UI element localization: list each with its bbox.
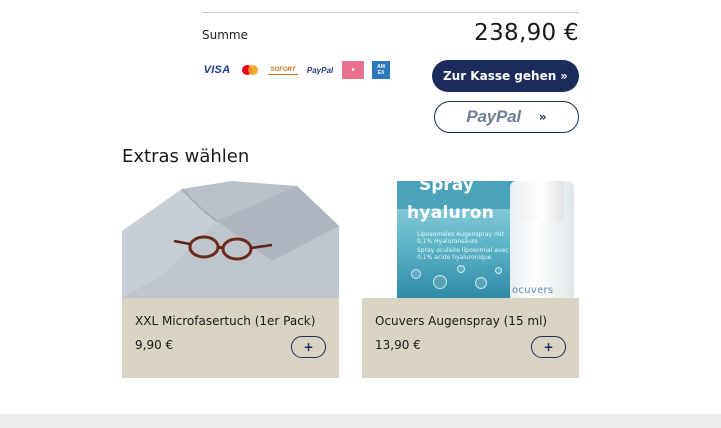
- product-image-spray[interactable]: Spray hyaluron Liposomales Augenspray mi…: [362, 181, 579, 298]
- product-image-cloth[interactable]: [122, 181, 339, 298]
- extra-product-card: XXL Microfasertuch (1er Pack) 9,90 € +: [122, 181, 339, 378]
- mastercard-logo: [240, 63, 260, 77]
- sofort-logo: SOFORT: [268, 66, 298, 75]
- product-name[interactable]: Ocuvers Augenspray (15 ml): [375, 314, 547, 328]
- add-to-cart-button[interactable]: +: [531, 336, 566, 358]
- product-info: Ocuvers Augenspray (15 ml) 13,90 € +: [362, 298, 579, 378]
- summary-label: Summe: [202, 28, 248, 42]
- checkout-button-label: Zur Kasse gehen: [442, 69, 557, 83]
- summary-divider: [202, 12, 579, 13]
- amex-logo: AM EX: [372, 61, 390, 79]
- summary-total: 238,90 €: [474, 20, 579, 46]
- extra-product-card: Spray hyaluron Liposomales Augenspray mi…: [362, 181, 579, 378]
- paypal-logo-small: PayPal: [306, 65, 334, 75]
- payment-logos: VISA SOFORT PayPal ■ AM EX: [202, 60, 390, 80]
- product-price: 13,90 €: [375, 338, 421, 352]
- chevron-right-icon: »: [560, 69, 569, 83]
- add-to-cart-button[interactable]: +: [291, 336, 326, 358]
- footer-band: [0, 414, 721, 428]
- bank-transfer-logo: ■: [342, 61, 364, 79]
- paypal-button-label: PayPal: [466, 107, 521, 126]
- extras-title: Extras wählen: [122, 146, 250, 167]
- product-name[interactable]: XXL Microfasertuch (1er Pack): [135, 314, 315, 328]
- checkout-button[interactable]: Zur Kasse gehen »: [432, 60, 579, 92]
- product-info: XXL Microfasertuch (1er Pack) 9,90 € +: [122, 298, 339, 378]
- paypal-checkout-button[interactable]: PayPal »: [434, 101, 579, 133]
- microfiber-cloth-image: [122, 181, 339, 298]
- product-price: 9,90 €: [135, 338, 174, 352]
- visa-logo: VISA: [203, 64, 231, 76]
- chevron-right-icon: »: [538, 110, 547, 124]
- spray-box-image: Spray hyaluron Liposomales Augenspray mi…: [397, 181, 517, 298]
